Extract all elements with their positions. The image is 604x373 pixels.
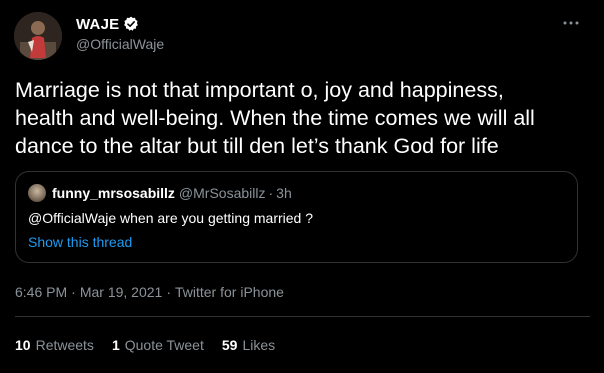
tweet-time[interactable]: 6:46 PM [15,284,67,300]
quote-tweets-count: 1 [111,337,120,353]
divider [15,316,590,317]
retweets-stat[interactable]: 10 Retweets [15,337,94,353]
user-handle[interactable]: @OfficialWaje [76,36,164,52]
display-name[interactable]: WAJE [76,16,119,33]
quoted-timestamp: 3h [276,185,292,201]
meta-separator: · [71,284,76,300]
retweets-count: 10 [15,337,31,353]
likes-count: 59 [221,337,238,353]
user-avatar[interactable] [14,12,62,60]
verified-badge-icon [123,16,139,32]
name-row: WAJE [76,13,139,35]
tweet-text: Marriage is not that important o, joy an… [15,78,535,158]
quoted-tweet[interactable]: funny_mrsosabillz @MrSosabillz · 3h @Off… [15,171,578,263]
tweet-card: WAJE @OfficialWaje Marriage is not that … [0,0,604,373]
meta-separator: · [166,284,171,300]
avatar-image [14,12,62,60]
quote-tweets-label: Quote Tweet [124,337,204,353]
engagement-stats: 10 Retweets 1 Quote Tweet 59 Likes [15,336,293,354]
quoted-user-handle: @MrSosabillz [178,185,266,201]
tweet-meta: 6:46 PM · Mar 19, 2021 · Twitter for iPh… [15,284,284,300]
quoted-tweet-text: @OfficialWaje when are you getting marri… [28,210,314,226]
quoted-separator-dot: · [268,185,274,201]
show-thread-link[interactable]: Show this thread [28,234,132,250]
retweets-label: Retweets [35,337,94,353]
likes-stat[interactable]: 59 Likes [222,337,275,353]
quoted-tweet-header: funny_mrsosabillz @MrSosabillz · 3h [28,184,292,202]
quoted-user-avatar [28,184,46,202]
quoted-user-name: funny_mrsosabillz [52,185,175,201]
quote-tweets-stat[interactable]: 1 Quote Tweet [112,337,204,353]
tweet-date[interactable]: Mar 19, 2021 [80,284,163,300]
likes-label: Likes [242,337,276,353]
more-options-icon[interactable] [560,12,582,34]
tweet-source[interactable]: Twitter for iPhone [175,284,284,300]
